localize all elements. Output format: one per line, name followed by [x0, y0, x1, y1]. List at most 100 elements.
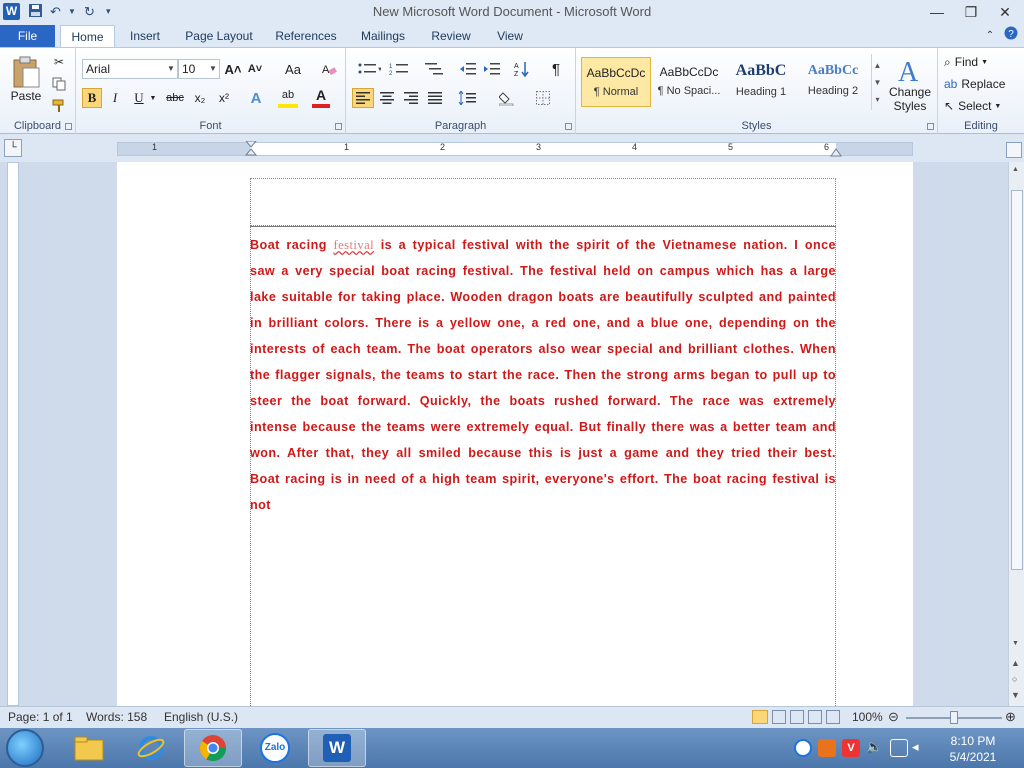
zalo-icon[interactable]: Zalo — [246, 729, 304, 767]
style-normal[interactable]: AaBbCcDc ¶ Normal — [581, 57, 651, 107]
start-button[interactable] — [6, 729, 44, 767]
strikethrough-button[interactable]: abc — [164, 88, 186, 108]
minimize-ribbon-icon[interactable]: ⌃ — [982, 25, 998, 48]
styles-scroll-up-icon[interactable]: ▲ — [874, 61, 882, 70]
bold-button[interactable]: B — [82, 88, 102, 108]
show-formatting-marks-icon[interactable]: ¶ — [546, 60, 566, 78]
increase-indent-icon[interactable] — [482, 60, 502, 78]
vertical-scrollbar[interactable]: ▲ ▼ ▲ ○ ▼ — [1008, 162, 1024, 706]
underline-dropdown-icon[interactable]: ▼ — [148, 88, 158, 108]
style-heading-2[interactable]: AaBbCc Heading 2 — [798, 57, 868, 107]
scroll-down-icon[interactable]: ▼ — [1012, 640, 1019, 647]
paragraph-launcher-icon[interactable] — [565, 123, 572, 130]
cut-icon[interactable]: ✂ — [50, 54, 68, 70]
select-button[interactable]: ↖ Select ▼ — [944, 96, 1020, 116]
zoom-out-icon[interactable]: ⊝ — [888, 709, 899, 725]
font-name-combo[interactable]: Arial ▼ — [82, 59, 178, 79]
page-header-area[interactable] — [250, 178, 836, 226]
styles-scroll[interactable]: ▲ ▼ ▾ — [871, 54, 883, 110]
zoom-level[interactable]: 100% — [852, 710, 883, 724]
text-effects-button[interactable]: A — [246, 88, 266, 108]
full-screen-reading-view-icon[interactable] — [772, 710, 786, 724]
sort-icon[interactable]: AZ — [512, 60, 532, 78]
line-spacing-icon[interactable] — [456, 88, 482, 108]
previous-page-icon[interactable]: ▲ — [1011, 658, 1020, 668]
paste-button[interactable]: Paste — [6, 52, 46, 106]
view-ruler-icon[interactable] — [1006, 142, 1022, 158]
replace-button[interactable]: ab Replace — [944, 74, 1020, 94]
scrollbar-thumb[interactable] — [1011, 190, 1023, 570]
style-no-spacing[interactable]: AaBbCcDc ¶ No Spaci... — [654, 57, 724, 107]
right-indent-marker-icon[interactable] — [830, 145, 842, 157]
office-tray-icon[interactable] — [818, 739, 836, 757]
justify-icon[interactable] — [424, 88, 446, 108]
font-name-dropdown-icon[interactable]: ▼ — [165, 60, 177, 78]
change-styles-button[interactable]: A Change Styles — [886, 52, 934, 116]
antivirus-tray-icon[interactable]: V — [842, 739, 860, 757]
outline-view-icon[interactable] — [808, 710, 822, 724]
select-browse-object-icon[interactable]: ○ — [1012, 674, 1017, 684]
shading-icon[interactable] — [496, 88, 522, 108]
speaker-icon[interactable]: ◂ — [912, 739, 930, 757]
vertical-ruler[interactable] — [7, 162, 19, 706]
find-dropdown-icon[interactable]: ▼ — [981, 59, 988, 66]
document-page[interactable]: Boat racing festival is a typical festiv… — [117, 162, 913, 706]
italic-button[interactable]: I — [106, 88, 124, 108]
superscript-button[interactable]: x² — [214, 88, 234, 108]
tab-review[interactable]: Review — [424, 25, 478, 48]
font-launcher-icon[interactable] — [335, 123, 342, 130]
next-page-icon[interactable]: ▼ — [1011, 690, 1020, 700]
document-text[interactable]: Boat racing festival is a typical festiv… — [250, 232, 836, 518]
restore-button[interactable]: ❐ — [956, 2, 986, 22]
copy-icon[interactable] — [50, 76, 68, 92]
tab-references[interactable]: References — [270, 25, 342, 48]
tab-selector-icon[interactable]: └ — [4, 139, 22, 157]
tab-home[interactable]: Home — [60, 25, 115, 48]
borders-icon[interactable] — [530, 88, 556, 108]
change-case-button[interactable]: Aa — [280, 60, 306, 78]
select-dropdown-icon[interactable]: ▼ — [994, 103, 1001, 110]
font-size-dropdown-icon[interactable]: ▼ — [207, 60, 219, 78]
horizontal-ruler[interactable]: 1 1 2 3 4 5 6 — [117, 141, 913, 157]
styles-scroll-down-icon[interactable]: ▼ — [874, 78, 882, 87]
network-icon[interactable] — [890, 739, 908, 757]
subscript-button[interactable]: x₂ — [190, 88, 210, 108]
web-layout-view-icon[interactable] — [790, 710, 804, 724]
indent-marker-icon[interactable] — [245, 141, 257, 157]
underline-button[interactable]: U — [130, 88, 148, 108]
tab-file[interactable]: File — [0, 25, 55, 47]
font-size-combo[interactable]: 10 ▼ — [178, 59, 220, 79]
shrink-font-button[interactable]: A˅ — [246, 60, 264, 78]
align-left-icon[interactable] — [352, 88, 374, 108]
tab-mailings[interactable]: Mailings — [354, 25, 412, 48]
page-count[interactable]: Page: 1 of 1 — [8, 710, 73, 724]
help-icon[interactable]: ? — [1002, 25, 1020, 48]
find-button[interactable]: ⌕ Find ▼ — [944, 52, 1020, 72]
word-icon[interactable]: W — [308, 729, 366, 767]
scroll-up-icon[interactable]: ▲ — [1012, 166, 1019, 173]
tab-view[interactable]: View — [488, 25, 532, 48]
font-color-button[interactable]: A — [312, 86, 330, 108]
tab-insert[interactable]: Insert — [122, 25, 168, 48]
zoom-in-icon[interactable]: ⊕ — [1005, 709, 1016, 725]
zoom-slider-thumb[interactable] — [950, 711, 958, 724]
volume-icon[interactable]: 🔈 — [866, 739, 884, 757]
style-heading-1[interactable]: AaBbC Heading 1 — [726, 57, 796, 107]
system-clock[interactable]: 8:10 PM 5/4/2021 — [930, 733, 1016, 765]
multilevel-list-icon[interactable] — [420, 60, 450, 78]
numbering-icon[interactable]: 12 — [386, 60, 416, 78]
misspelled-word[interactable]: festival — [333, 238, 374, 252]
align-right-icon[interactable] — [400, 88, 422, 108]
decrease-indent-icon[interactable] — [458, 60, 478, 78]
format-painter-icon[interactable] — [50, 98, 68, 114]
clipboard-launcher-icon[interactable] — [65, 123, 72, 130]
draft-view-icon[interactable] — [826, 710, 840, 724]
tab-page-layout[interactable]: Page Layout — [180, 25, 258, 48]
bullets-icon[interactable]: ▼ — [354, 60, 384, 78]
explorer-icon[interactable] — [60, 729, 118, 767]
styles-launcher-icon[interactable] — [927, 123, 934, 130]
internet-explorer-icon[interactable] — [122, 729, 180, 767]
close-button[interactable]: ✕ — [990, 2, 1020, 22]
align-center-icon[interactable] — [376, 88, 398, 108]
styles-more-icon[interactable]: ▾ — [875, 95, 879, 104]
